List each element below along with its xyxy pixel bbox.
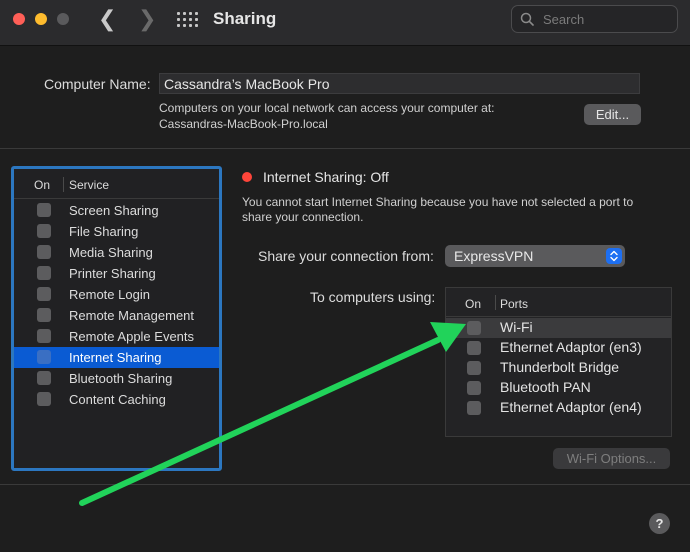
minimize-window-button[interactable] [35, 13, 47, 25]
service-row[interactable]: Remote Login [14, 284, 219, 305]
forward-arrow-icon[interactable]: ❯ [138, 6, 156, 32]
service-list-header: On Service [14, 169, 219, 199]
service-row[interactable]: Media Sharing [14, 242, 219, 263]
port-label: Wi-Fi [500, 319, 533, 335]
service-label: Remote Login [69, 287, 150, 302]
share-from-popup[interactable]: ExpressVPN [445, 245, 625, 267]
column-separator [495, 295, 496, 310]
service-list[interactable]: On Service Screen Sharing File Sharing Med… [11, 166, 222, 471]
port-checkbox[interactable] [467, 321, 481, 335]
service-row[interactable]: Screen Sharing [14, 200, 219, 221]
port-label: Ethernet Adaptor (en3) [500, 339, 642, 355]
service-label: Internet Sharing [69, 350, 162, 365]
window-title: Sharing [213, 9, 277, 28]
column-header-on[interactable]: On [465, 297, 481, 311]
computer-name-label: Computer Name: [44, 76, 151, 92]
service-label: Printer Sharing [69, 266, 156, 281]
port-row[interactable]: Bluetooth PAN [446, 378, 671, 398]
service-checkbox[interactable] [37, 392, 51, 406]
service-label: File Sharing [69, 224, 139, 239]
status-description-line1: You cannot start Internet Sharing becaus… [242, 195, 634, 209]
service-checkbox[interactable] [37, 224, 51, 238]
zoom-window-button[interactable] [57, 13, 69, 25]
show-all-grid-icon[interactable] [177, 12, 198, 28]
service-checkbox[interactable] [37, 287, 51, 301]
service-row[interactable]: Content Caching [14, 389, 219, 410]
up-down-chevron-icon [606, 248, 622, 264]
internet-sharing-status: Internet Sharing: Off [263, 169, 389, 185]
port-row[interactable]: Wi-Fi [446, 318, 671, 338]
port-checkbox[interactable] [467, 381, 481, 395]
share-from-label: Share your connection from: [258, 248, 434, 264]
column-separator [63, 177, 64, 192]
service-label: Remote Apple Events [69, 329, 195, 344]
edit-hostname-button[interactable]: Edit... [584, 104, 641, 125]
ports-list-header: On Ports [446, 288, 671, 317]
port-label: Bluetooth PAN [500, 379, 591, 395]
section-divider [0, 148, 690, 149]
search-icon [520, 12, 534, 26]
port-row[interactable]: Ethernet Adaptor (en3) [446, 338, 671, 358]
computer-name-field[interactable]: Cassandra’s MacBook Pro [159, 73, 640, 94]
service-label: Remote Management [69, 308, 195, 323]
port-label: Ethernet Adaptor (en4) [500, 399, 642, 415]
service-row[interactable]: Printer Sharing [14, 263, 219, 284]
ports-list[interactable]: On Ports Wi-Fi Ethernet Adaptor (en3) Thun… [445, 287, 672, 437]
port-row[interactable]: Thunderbolt Bridge [446, 358, 671, 378]
service-row[interactable]: File Sharing [14, 221, 219, 242]
close-window-button[interactable] [13, 13, 25, 25]
service-checkbox[interactable] [37, 329, 51, 343]
service-label: Screen Sharing [69, 203, 159, 218]
service-checkbox[interactable] [37, 350, 51, 364]
service-label: Media Sharing [69, 245, 153, 260]
service-checkbox[interactable] [37, 308, 51, 322]
port-label: Thunderbolt Bridge [500, 359, 620, 375]
port-row[interactable]: Ethernet Adaptor (en4) [446, 398, 671, 418]
help-button[interactable]: ? [649, 513, 670, 534]
column-header-on[interactable]: On [34, 178, 50, 192]
computer-address-description: Computers on your local network can acce… [159, 101, 495, 115]
title-bar: ❮ ❯ Sharing Search [0, 0, 690, 46]
service-checkbox[interactable] [37, 245, 51, 259]
computer-local-hostname: Cassandras-MacBook-Pro.local [159, 117, 328, 131]
service-checkbox[interactable] [37, 266, 51, 280]
search-placeholder: Search [543, 12, 585, 27]
service-row[interactable]: Internet Sharing [14, 347, 219, 368]
port-checkbox[interactable] [467, 341, 481, 355]
service-row[interactable]: Remote Management [14, 305, 219, 326]
wifi-options-button[interactable]: Wi-Fi Options... [553, 448, 670, 469]
back-arrow-icon[interactable]: ❮ [98, 6, 116, 32]
service-checkbox[interactable] [37, 371, 51, 385]
status-description-line2: share your connection. [242, 210, 364, 224]
column-header-ports[interactable]: Ports [500, 297, 528, 311]
port-checkbox[interactable] [467, 361, 481, 375]
service-label: Content Caching [69, 392, 166, 407]
port-checkbox[interactable] [467, 401, 481, 415]
service-row[interactable]: Bluetooth Sharing [14, 368, 219, 389]
search-field[interactable]: Search [511, 5, 678, 33]
service-checkbox[interactable] [37, 203, 51, 217]
status-indicator-dot [242, 172, 252, 182]
service-row[interactable]: Remote Apple Events [14, 326, 219, 347]
section-divider [0, 484, 690, 485]
column-header-service[interactable]: Service [69, 178, 109, 192]
service-label: Bluetooth Sharing [69, 371, 173, 386]
to-computers-label: To computers using: [310, 289, 436, 305]
share-from-value: ExpressVPN [454, 248, 534, 264]
